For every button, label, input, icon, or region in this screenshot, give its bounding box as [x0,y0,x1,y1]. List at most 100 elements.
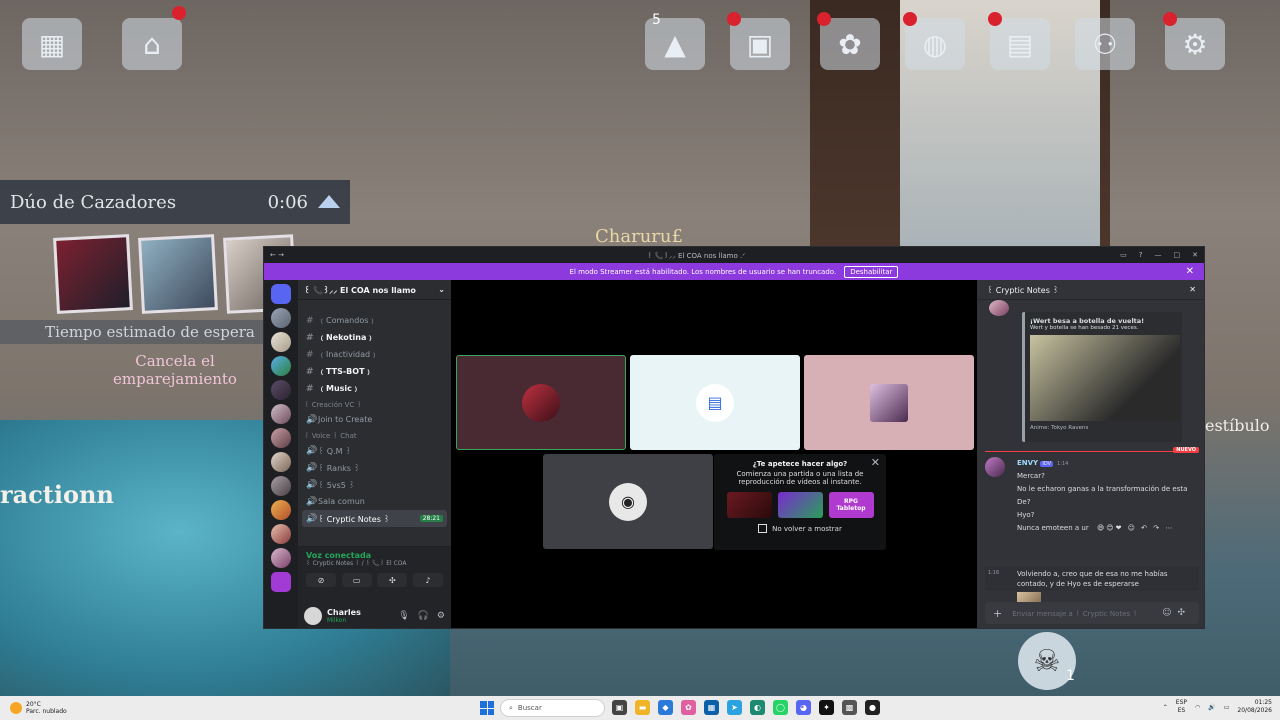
server-icon[interactable] [271,308,291,328]
embed-image[interactable] [1030,335,1180,421]
close-icon[interactable]: ✕ [871,456,880,469]
calendar-icon[interactable]: ▤ [990,18,1050,70]
search-box[interactable]: ⌕ Buscar [500,699,605,717]
server-icon[interactable] [271,476,291,496]
cancel-matchmaking-button[interactable]: Cancela el emparejamiento [90,352,260,388]
gallery-icon[interactable]: ▣ [730,18,790,70]
screen-share-icon[interactable]: ▭ [341,573,372,587]
activity-card[interactable] [726,492,772,518]
close-banner-icon[interactable]: ✕ [1186,266,1194,277]
channel-item[interactable]: # ﹙TTS-BOT﹚ [298,363,451,380]
activity-card-rpg[interactable]: RPG Tabletop [828,492,874,518]
app-icon[interactable]: ▦ [704,700,719,715]
activity-card[interactable] [777,492,823,518]
task-view-icon[interactable]: ▣ [612,700,627,715]
user-status: Milkon [327,617,347,624]
server-icon[interactable] [271,332,291,352]
language-code[interactable]: ESP [1176,699,1187,707]
back-arrow-icon[interactable]: ← → [270,251,284,259]
app-icon[interactable]: ▩ [842,700,857,715]
clock[interactable]: 01:25 20/08/2026 [1237,699,1272,715]
maximize-icon[interactable]: □ [1174,251,1181,259]
message-text: Volviendo a, creo que de esa no me había… [1017,570,1168,578]
hash-icon: # [306,366,314,377]
server-icon[interactable] [271,404,291,424]
category-creation[interactable]: ꒰ Creación VC ꒱ [298,397,451,411]
participant-tile[interactable]: ◉ [543,454,713,549]
category-voice[interactable]: ꒰ Voice ꒱ Chat [298,428,451,442]
server-icon[interactable] [271,548,291,568]
server-icon[interactable] [271,572,291,592]
add-attachment-icon[interactable]: + [993,607,1002,620]
door-icon[interactable]: ⌂ [122,18,182,70]
microphone-icon[interactable]: 🎙 [398,611,409,621]
battery-icon[interactable]: ▭ [1224,704,1230,711]
edge-icon[interactable]: ◐ [750,700,765,715]
language-region: ES [1177,707,1186,714]
settings-icon[interactable]: ⚙ [437,611,445,621]
globe-icon[interactable]: ◍ [905,18,965,70]
participant-tile[interactable] [804,355,974,450]
close-icon[interactable]: ✕ [1192,251,1198,259]
channel-item[interactable]: # ﹙Comandos﹚ [298,312,451,329]
soundboard-icon[interactable]: ♪ [412,573,443,587]
server-icon[interactable] [271,524,291,544]
chevron-down-icon[interactable]: ⌄ [438,285,445,294]
activities-icon[interactable]: ✣ [377,573,408,587]
voice-channel[interactable]: 🔊 ꒰ 5vs5 ꒱ [298,476,451,493]
chevron-up-icon[interactable]: ⌃ [1163,704,1168,711]
message-author[interactable]: ENVY [1017,459,1038,467]
notification-dot [1163,12,1177,26]
wifi-icon[interactable]: ◠ [1195,704,1200,711]
participant-tile[interactable] [456,355,626,450]
disable-streamer-button[interactable]: Deshabilitar [844,265,899,278]
participant-tile[interactable]: ▤ [630,355,800,450]
file-explorer-icon[interactable]: ▬ [635,700,650,715]
weather-widget[interactable]: 20°C Parc. nublado [10,701,67,715]
emoji-icon[interactable]: ☺✣ [1162,608,1191,618]
voice-channel[interactable]: 🔊 Sala comun [298,493,451,510]
channel-item[interactable]: # ﹙Nekotina﹚ [298,329,451,346]
server-icon[interactable] [271,380,291,400]
settings-gear-icon[interactable]: ⚙ [1165,18,1225,70]
checkbox[interactable] [758,524,768,533]
app-icon[interactable]: ● [865,700,880,715]
telegram-icon[interactable]: ➤ [727,700,742,715]
channel-item[interactable]: # ﹙Inactividad﹚ [298,346,451,363]
collapse-triangle-icon[interactable] [318,194,340,208]
app-icon[interactable]: ✦ [819,700,834,715]
photos-icon[interactable]: ◆ [658,700,673,715]
avatar[interactable] [304,607,322,625]
server-icon[interactable] [271,500,291,520]
message-input[interactable]: + Enviar mensaje a ꒰ Cryptic Notes ꒱ ☺✣ [985,602,1199,624]
server-icon[interactable] [271,428,291,448]
camera-off-icon[interactable]: ⊘ [306,573,336,587]
inbox-icon[interactable]: ▭ [1120,251,1127,259]
reaction-bar-icon[interactable]: 😄😊❤ ☺ ↶ ↷ ⋯ [1097,524,1174,532]
minimize-icon[interactable]: — [1155,251,1162,259]
whatsapp-icon[interactable]: ◯ [773,700,788,715]
avatar[interactable] [985,457,1005,477]
discord-icon[interactable]: ◕ [796,700,811,715]
voice-channel[interactable]: 🔊 ꒰ Q.M ꒱ [298,442,451,459]
start-icon[interactable] [480,701,494,715]
wait-time-label: Tiempo estimado de espera [0,320,300,344]
server-icon[interactable] [271,452,291,472]
server-icon[interactable] [271,356,291,376]
headphones-icon[interactable]: 🎧 [418,611,429,621]
join-to-create-channel[interactable]: 🔊 Join to Create [298,411,451,428]
active-voice-channel[interactable]: 🔊 ꒰ Cryptic Notes ꒱ 28:21 [302,510,447,527]
voice-channel[interactable]: 🔊 ꒰ Ranks ꒱ [298,459,451,476]
help-icon[interactable]: ? [1139,251,1143,259]
discord-home-icon[interactable] [271,284,291,304]
volume-icon[interactable]: 🔊 [1208,704,1215,711]
app-icon[interactable]: ✿ [681,700,696,715]
server-header[interactable]: ꒰ 📞꒱⸝⸝ El COA nos llamo ⌄ [298,280,451,300]
close-icon[interactable]: ✕ [1189,285,1196,294]
flower-icon[interactable]: ✿ [820,18,880,70]
channel-item[interactable]: # ﹙Music﹚ [298,380,451,397]
avatar [870,383,908,422]
hovered-message[interactable]: 1:16 Volviendo a, creo que de esa no me … [985,567,1199,591]
map-icon[interactable]: ▦ [22,18,82,70]
friends-icon[interactable]: ⚇ [1075,18,1135,70]
